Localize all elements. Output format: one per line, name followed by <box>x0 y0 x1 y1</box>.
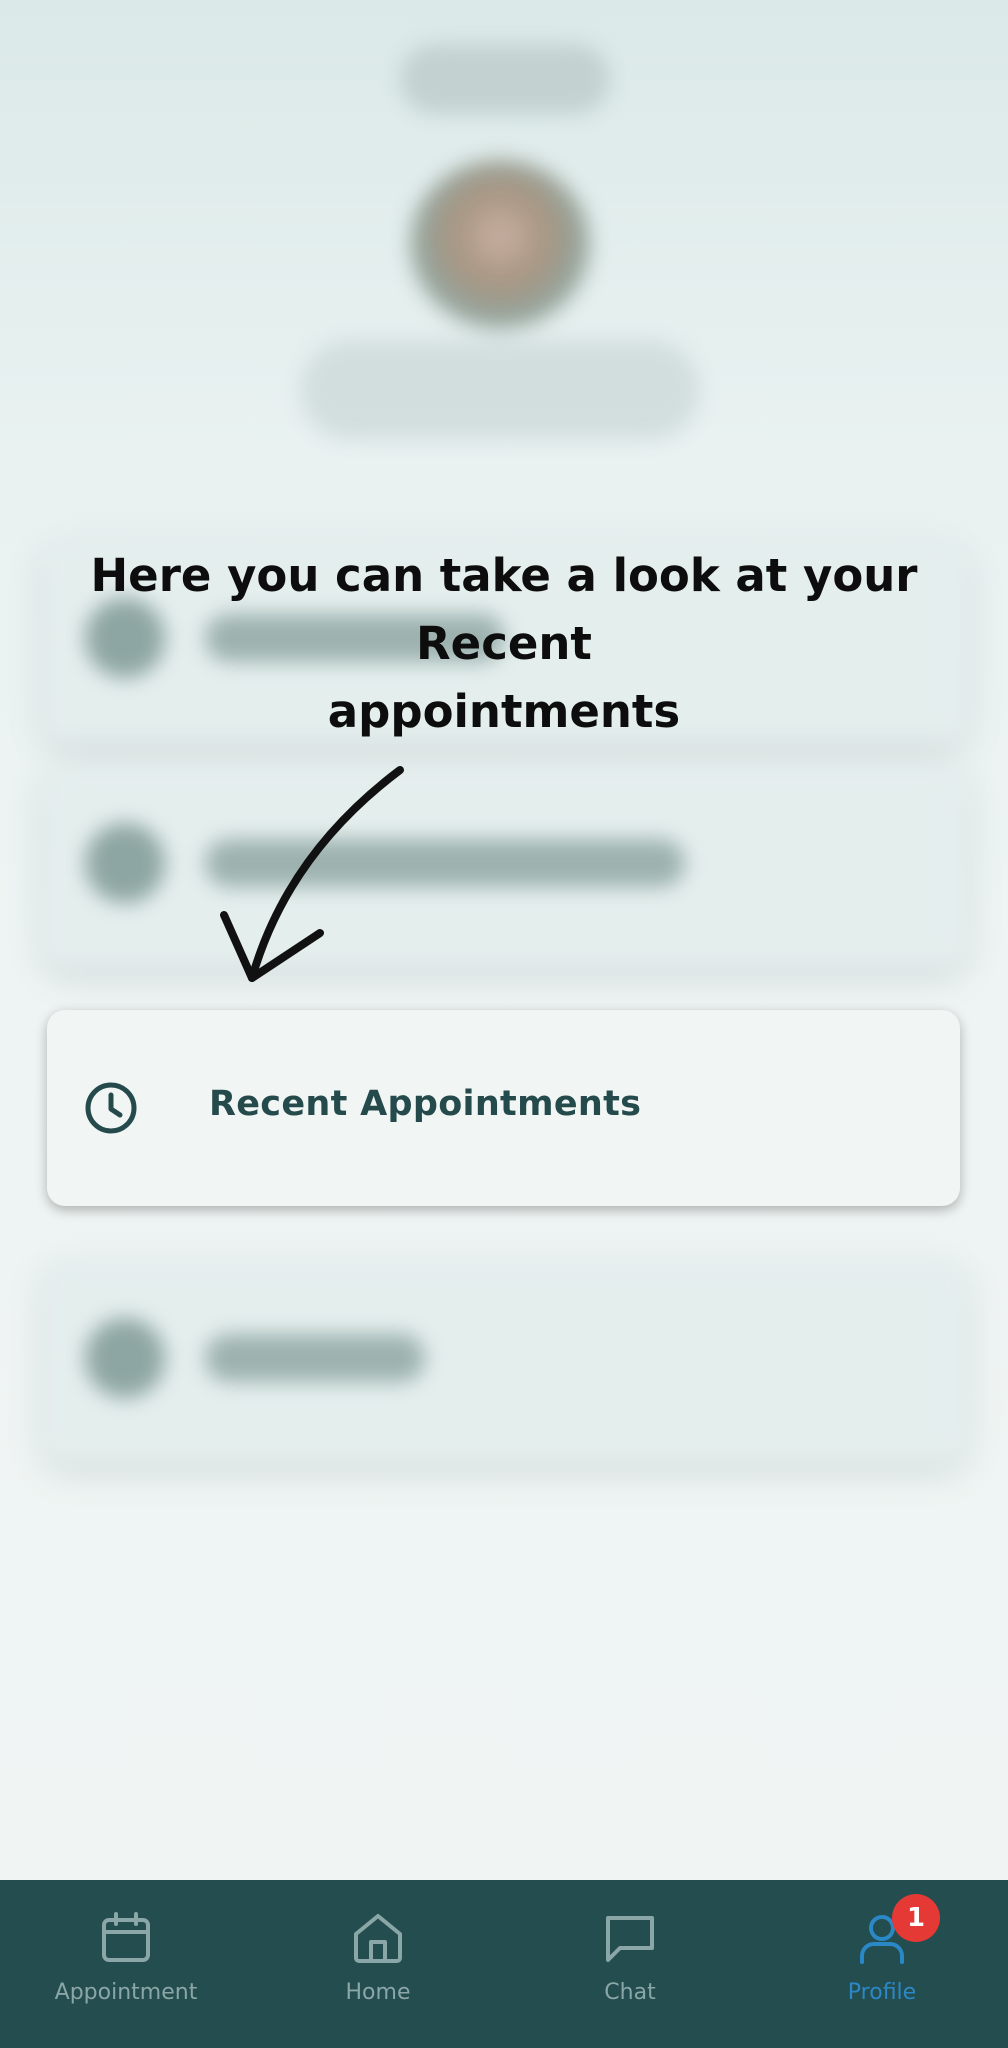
calendar-icon <box>102 1912 150 1962</box>
tutorial-line-1: Here you can take a look at your Recent <box>90 549 918 670</box>
blurred-profile-name <box>300 340 700 440</box>
blurred-avatar <box>410 160 590 330</box>
nav-label-profile: Profile <box>847 1980 917 2005</box>
blurred-menu-card <box>45 765 965 965</box>
tutorial-heading: Here you can take a look at your Recent … <box>20 542 988 746</box>
tutorial-line-2: appointments <box>327 685 681 738</box>
pointer-arrow-icon <box>220 766 404 982</box>
nav-label-home: Home <box>345 1980 411 2005</box>
nav-home[interactable]: Home <box>252 1880 504 2048</box>
nav-profile[interactable]: 1 Profile <box>756 1880 1008 2048</box>
recent-appointments-card[interactable]: Recent Appointments <box>47 1010 960 1206</box>
notification-badge: 1 <box>892 1894 940 1942</box>
clock-icon <box>85 1082 137 1134</box>
blurred-menu-card <box>45 1260 965 1460</box>
bottom-navigation: Appointment Home Chat 1 Profile <box>0 1880 1008 2048</box>
nav-label-chat: Chat <box>604 1980 656 2005</box>
nav-chat[interactable]: Chat <box>504 1880 756 2048</box>
blurred-header <box>400 44 610 114</box>
home-icon <box>354 1914 402 1963</box>
nav-appointment[interactable]: Appointment <box>0 1880 252 2048</box>
chat-icon <box>606 1916 654 1962</box>
nav-label-appointment: Appointment <box>54 1980 198 2005</box>
recent-appointments-label: Recent Appointments <box>209 1084 642 1124</box>
blurred-background <box>0 0 1008 1880</box>
